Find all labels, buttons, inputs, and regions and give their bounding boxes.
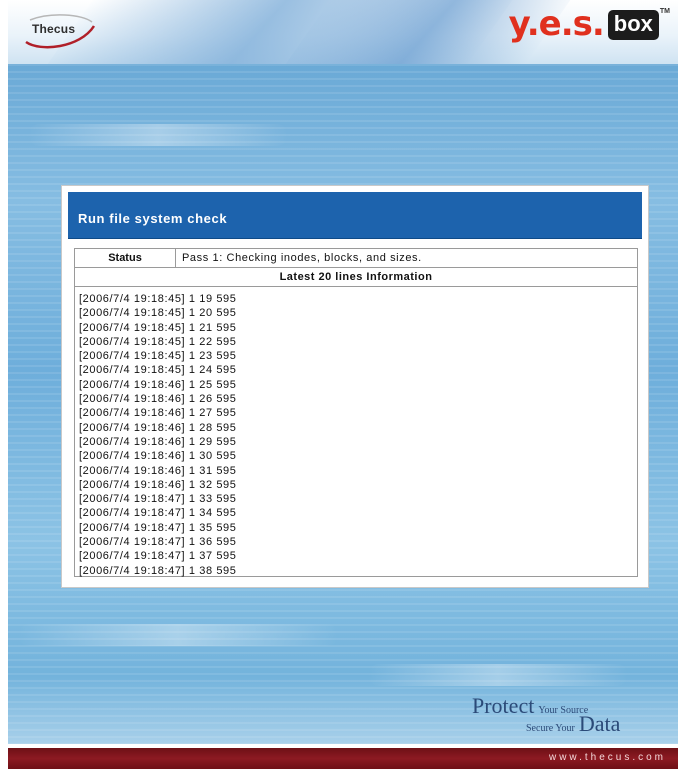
status-value: Pass 1: Checking inodes, blocks, and siz… [182,252,422,264]
trademark-mark: TM [659,8,670,15]
log-line: [2006/7/4 19:18:47] 1 33 595 [79,493,237,506]
thecus-brand-label: Thecus [32,22,76,36]
tagline-secure-your: Secure Your [526,723,575,734]
log-line: [2006/7/4 19:18:46] 1 29 595 [79,435,237,448]
footer-url: www.thecus.com [548,752,666,763]
fsck-info-table: Status Pass 1: Checking inodes, blocks, … [74,248,638,577]
header-banner: Thecus y.e.s. box TM [8,0,678,64]
latest-lines-header: Latest 20 lines Information [75,268,637,287]
log-line: [2006/7/4 19:18:47] 1 34 595 [79,507,237,520]
log-line: [2006/7/4 19:18:46] 1 31 595 [79,464,237,477]
log-line: [2006/7/4 19:18:47] 1 36 595 [79,536,237,549]
log-line: [2006/7/4 19:18:45] 1 19 595 [79,293,237,305]
protect-tagline: Protect Your Source Secure Your Data [472,693,620,737]
log-line: [2006/7/4 19:18:46] 1 30 595 [79,450,237,463]
box-logo-badge: box [607,10,659,40]
log-line: [2006/7/4 19:18:46] 1 28 595 [79,421,237,434]
dialog-title: Run file system check [68,192,642,239]
log-line: [2006/7/4 19:18:46] 1 27 595 [79,407,237,420]
log-line: [2006/7/4 19:18:47] 1 37 595 [79,550,237,563]
log-line: [2006/7/4 19:18:45] 1 24 595 [79,364,237,377]
footer-bar: www.thecus.com [8,748,678,769]
log-line: [2006/7/4 19:18:46] 1 32 595 [79,478,237,491]
log-line: [2006/7/4 19:18:45] 1 20 595 [79,307,237,320]
log-line: [2006/7/4 19:18:47] 1 35 595 [79,521,237,534]
log-line: [2006/7/4 19:18:46] 1 26 595 [79,393,237,406]
background-streak [368,664,628,686]
fsck-dialog: Run file system check Status Pass 1: Che… [61,185,649,588]
yes-box-logo: y.e.s. box TM [509,6,670,42]
background-streak [28,124,288,146]
log-line: [2006/7/4 19:18:45] 1 22 595 [79,335,237,348]
tagline-data: Data [578,711,621,736]
log-line: [2006/7/4 19:18:46] 1 25 595 [79,378,237,391]
status-row: Status Pass 1: Checking inodes, blocks, … [75,249,637,268]
status-label: Status [75,249,176,267]
background-streak [18,624,338,646]
app-frame: Thecus y.e.s. box TM Protect Your Source… [8,0,678,769]
tagline-protect: Protect [472,693,535,718]
log-line: [2006/7/4 19:18:47] 1 38 595 [79,564,237,577]
yes-logo-text: y.e.s. [508,4,605,44]
log-line: [2006/7/4 19:18:45] 1 23 595 [79,350,237,363]
log-output: [2006/7/4 19:18:45] 1 19 595 [2006/7/4 1… [79,292,631,578]
log-line: [2006/7/4 19:18:45] 1 21 595 [79,321,237,334]
